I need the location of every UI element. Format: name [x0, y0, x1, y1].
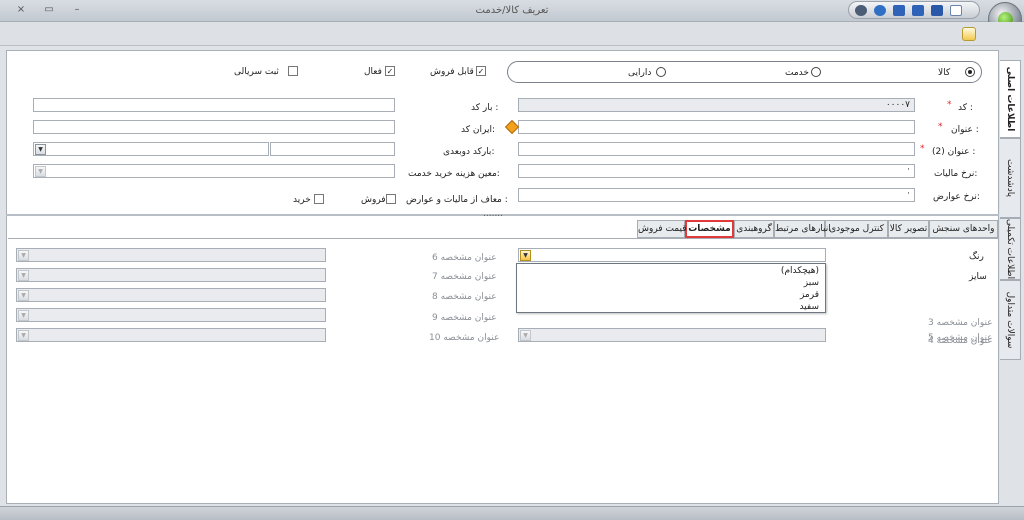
tax-rate-label: نرخ مالیات:	[934, 169, 978, 179]
status-bar	[0, 506, 1024, 520]
irancode-field[interactable]	[33, 120, 395, 134]
radio-asset[interactable]	[656, 67, 666, 77]
radio-goods-label: کالا	[938, 68, 951, 78]
new-document-icon[interactable]	[950, 5, 962, 16]
splitter-grip[interactable]: .......	[483, 209, 503, 219]
save-all-icon[interactable]	[912, 5, 924, 16]
exempt-purchase-label: خرید	[293, 195, 311, 205]
serial-checkbox[interactable]	[288, 66, 298, 76]
title-required: *	[938, 122, 943, 132]
side-tab-extra-info[interactable]: اطلاعات تکمیلی	[1000, 218, 1021, 280]
spec-label-10: عنوان مشخصه 10	[429, 333, 500, 343]
sellable-label: قابل فروش	[430, 67, 474, 77]
chevron-down-icon[interactable]: ▼	[18, 250, 29, 261]
code-required: *	[947, 100, 952, 110]
settings-icon[interactable]	[855, 5, 867, 16]
code-field[interactable]: ۰۰۰۰۷	[518, 98, 915, 112]
spec-field-6[interactable]: ▼	[16, 248, 326, 262]
side-tab-faq[interactable]: سوالات متداول	[1000, 280, 1021, 360]
dropdown-item[interactable]: قرمز	[800, 290, 819, 300]
radio-goods[interactable]	[965, 67, 975, 77]
tax-rate-field[interactable]: ·	[518, 164, 915, 178]
tab-item-image[interactable]: تصویر کالا	[888, 220, 929, 238]
spec-label-8: عنوان مشخصه 8	[432, 292, 497, 302]
spec-label-2: سایز	[969, 272, 987, 282]
spec-label-1: رنگ	[969, 252, 984, 262]
radio-asset-label: دارایی	[628, 68, 652, 78]
chevron-down-icon[interactable]: ▼	[520, 250, 531, 261]
exempt-sale-checkbox[interactable]	[386, 194, 396, 204]
item-type-group: کالا خدمت دارایی	[507, 61, 982, 83]
active-checkbox[interactable]: ✓	[385, 66, 395, 76]
serial-label: ثبت سریالی	[234, 67, 279, 77]
spec-field-5[interactable]: ▼	[518, 328, 826, 342]
spec-field-7[interactable]: ▼	[16, 268, 326, 282]
spec-field-8[interactable]: ▼	[16, 288, 326, 302]
spec-field-9[interactable]: ▼	[16, 308, 326, 322]
spec-label-7: عنوان مشخصه 7	[432, 272, 497, 282]
color-dropdown-list: (هیچکدام) سبز قرمز سفید	[516, 263, 826, 313]
dropdown-item[interactable]: سبز	[804, 278, 819, 288]
dual-barcode-select[interactable]: ▼	[33, 142, 269, 156]
chevron-down-icon[interactable]: ▼	[18, 310, 29, 321]
exempt-sale-label: فروش	[361, 195, 386, 205]
tab-sale-price[interactable]: قیمت فروش	[637, 220, 687, 238]
radio-service-label: خدمت	[785, 68, 809, 78]
title-field[interactable]	[518, 120, 915, 134]
barcode-field[interactable]	[33, 98, 395, 112]
quick-access-toolbar	[848, 1, 980, 19]
active-label: فعال	[364, 67, 382, 77]
chevron-down-icon[interactable]: ▼	[18, 330, 29, 341]
dropdown-item[interactable]: (هیچکدام)	[781, 266, 819, 276]
tab-stock-control[interactable]: کنترل موجودی	[825, 220, 888, 238]
spec-label-6: عنوان مشخصه 6	[432, 253, 497, 263]
chevron-down-icon[interactable]: ▼	[35, 144, 46, 155]
title2-required: *	[920, 144, 925, 154]
service-cost-select[interactable]: ▼	[33, 164, 395, 178]
dropdown-item[interactable]: سفید	[799, 302, 819, 312]
code-label: کد :	[958, 103, 973, 113]
new-item-icon[interactable]	[962, 27, 976, 41]
title2-label: عنوان (2) :	[932, 147, 976, 157]
color-select[interactable]: ▼	[518, 248, 826, 262]
barcode-label: بار کد :	[471, 103, 499, 113]
sellable-checkbox[interactable]: ✓	[476, 66, 486, 76]
title-label: عنوان :	[951, 125, 979, 135]
dual-barcode-field[interactable]	[270, 142, 395, 156]
dual-barcode-label: بارکد دوبعدی:	[443, 147, 495, 157]
help-icon[interactable]	[874, 5, 886, 16]
radio-service[interactable]	[811, 67, 821, 77]
chevron-down-icon[interactable]: ▼	[520, 330, 531, 341]
side-tab-main-info[interactable]: اطلاعات اصلی	[1000, 60, 1021, 138]
spec-field-10[interactable]: ▼	[16, 328, 326, 342]
duty-rate-field[interactable]: ·	[518, 188, 915, 202]
side-tabs: اطلاعات اصلی پادشدشت اطلاعات تکمیلی سوال…	[1000, 50, 1022, 410]
spec-label-9: عنوان مشخصه 9	[432, 313, 497, 323]
spec-label-3: عنوان مشخصه 3	[928, 318, 993, 328]
chevron-down-icon[interactable]: ▼	[18, 270, 29, 281]
save-icon[interactable]	[931, 5, 943, 16]
tab-specifications[interactable]: مشخصات	[685, 220, 734, 238]
irancode-label: ایران کد:	[461, 125, 495, 135]
exempt-label: معاف از مالیات و عوارض :	[406, 195, 508, 205]
spec-label-5: عنوان مشخصه 5	[928, 333, 993, 343]
ribbon	[0, 22, 1024, 46]
chevron-down-icon[interactable]: ▼	[35, 166, 46, 177]
tab-units[interactable]: واحدهای سنجش	[929, 220, 998, 238]
tab-grouping[interactable]: گروهبندی	[734, 220, 774, 238]
exempt-purchase-checkbox[interactable]	[314, 194, 324, 204]
side-tab-notes[interactable]: پادشدشت	[1000, 138, 1021, 218]
tab-related-warehouses[interactable]: انبارهای مرتبط	[774, 220, 831, 238]
service-cost-label: معین هزینه خرید خدمت:	[408, 169, 500, 179]
save-as-icon[interactable]	[893, 5, 905, 16]
chevron-down-icon[interactable]: ▼	[18, 290, 29, 301]
duty-rate-label: نرخ عوارض:	[933, 192, 980, 202]
title2-field[interactable]	[518, 142, 915, 156]
